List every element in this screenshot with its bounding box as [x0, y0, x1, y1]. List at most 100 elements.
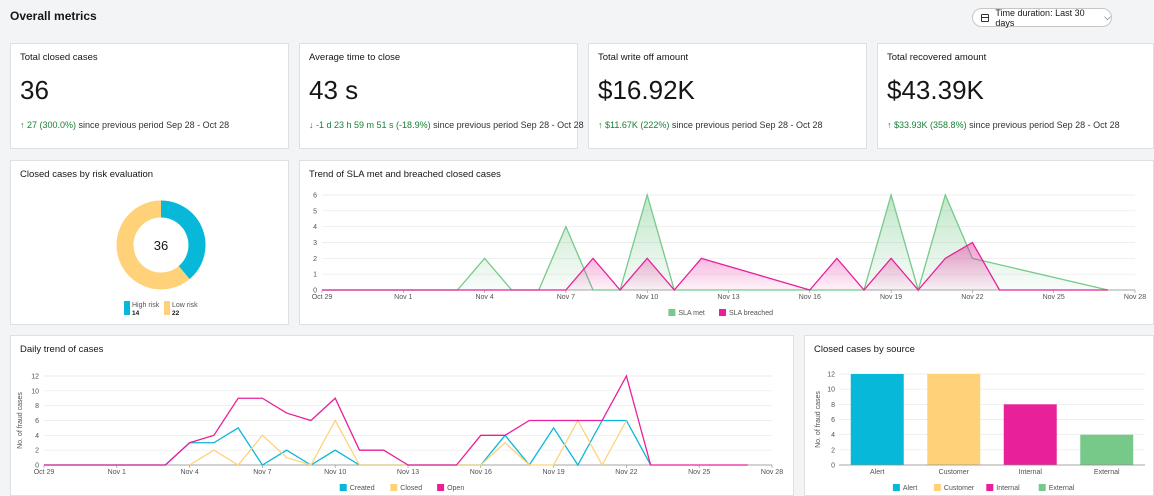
y-axis-label: No. of fraud cases	[815, 391, 822, 448]
legend-label: External	[1049, 485, 1075, 492]
legend-swatch	[668, 309, 676, 316]
legend-swatch	[892, 484, 900, 491]
x-tick-label: Oct 29	[34, 469, 55, 476]
x-tick-label: Nov 25	[688, 469, 710, 476]
legend-swatch	[933, 484, 941, 491]
x-tick-label: Nov 1	[394, 294, 412, 301]
metric-change-value: $11.67K (222%)	[605, 120, 670, 130]
y-tick-label: 8	[831, 402, 835, 409]
x-tick-label: Nov 22	[961, 294, 983, 301]
x-tick-label: Internal	[1019, 469, 1043, 476]
y-tick-label: 2	[313, 256, 317, 263]
legend-swatch	[164, 301, 170, 315]
y-tick-label: 6	[35, 418, 39, 425]
legend-swatch	[1038, 484, 1046, 491]
sla-trend-card: Trend of SLA met and breached closed cas…	[299, 160, 1154, 325]
y-tick-label: 12	[827, 372, 835, 379]
y-tick-label: 4	[313, 224, 317, 231]
x-tick-label: Nov 19	[880, 294, 902, 301]
x-tick-label: External	[1094, 469, 1120, 476]
metric-change: ↑ $11.67K (222%) since previous period S…	[598, 120, 823, 130]
time-duration-label: Time duration: Last 30 days	[995, 7, 1085, 28]
metric-change-suffix: since previous period Sep 28 - Oct 28	[669, 120, 823, 130]
metric-change-suffix: since previous period Sep 28 - Oct 28	[966, 120, 1120, 130]
x-tick-label: Nov 16	[799, 294, 821, 301]
metric-value: 36	[20, 75, 49, 105]
trend-up-icon: ↑	[20, 120, 25, 130]
metric-title: Total closed cases	[20, 52, 98, 63]
y-tick-label: 3	[313, 240, 317, 247]
x-tick-label: Oct 29	[312, 294, 333, 301]
metric-value: $43.39K	[887, 75, 984, 105]
legend-swatch	[339, 484, 347, 491]
y-tick-label: 0	[831, 463, 835, 470]
legend-label: Created	[350, 485, 375, 492]
legend-label: Internal	[996, 485, 1020, 492]
metric-change-suffix: since previous period Sep 28 - Oct 28	[76, 120, 230, 130]
y-tick-label: 10	[31, 388, 39, 395]
x-tick-label: Nov 4	[180, 469, 198, 476]
legend-value: 22	[172, 310, 180, 317]
legend-label: Closed	[400, 485, 422, 492]
y-axis-label: No. of fraud cases	[17, 392, 24, 449]
x-tick-label: Nov 10	[324, 469, 346, 476]
legend-label: Alert	[903, 485, 917, 492]
trend-down-icon: ↓	[309, 120, 314, 130]
x-tick-label: Customer	[939, 469, 970, 476]
x-tick-label: Alert	[870, 469, 884, 476]
legend-swatch	[986, 484, 994, 491]
metric-change-value: -1 d 23 h 59 m 51 s (-18.9%)	[316, 120, 431, 130]
source-bar-chart: 0 2 4 6 8 10 12 No. of fraud cases Alert Customer…	[815, 372, 1145, 492]
x-tick-label: Nov 28	[1124, 294, 1146, 301]
risk-evaluation-card: Closed cases by risk evaluation 36 High r…	[10, 160, 289, 325]
calendar-icon	[981, 13, 990, 22]
metric-change-value: 27 (300.0%)	[27, 120, 77, 130]
metric-card-write-off: Total write off amount $16.92K ↑ $11.67K…	[588, 43, 867, 149]
y-tick-label: 4	[831, 432, 835, 439]
metric-change: ↑ $33.93K (358.8%) since previous period…	[887, 120, 1120, 130]
y-tick-label: 4	[35, 433, 39, 440]
legend-swatch	[437, 484, 445, 491]
trend-up-icon: ↑	[598, 120, 603, 130]
x-tick-label: Nov 28	[761, 469, 783, 476]
legend-swatch	[390, 484, 398, 491]
daily-trend-card: Daily trend of cases 0 2 4 6 8 10 12 Oct 29 Nov …	[10, 335, 794, 496]
trend-up-icon: ↑	[887, 120, 892, 130]
legend-label: SLA met	[678, 310, 705, 317]
x-tick-label: Nov 4	[475, 294, 493, 301]
y-tick-label: 10	[827, 387, 835, 394]
y-tick-label: 6	[831, 417, 835, 424]
x-tick-label: Nov 10	[636, 294, 658, 301]
x-tick-label: Nov 1	[108, 469, 126, 476]
y-tick-label: 8	[35, 403, 39, 410]
chevron-down-icon: ⌵	[1104, 12, 1111, 22]
bar	[1003, 404, 1057, 465]
y-tick-label: 2	[35, 448, 39, 455]
y-tick-label: 2	[831, 447, 835, 454]
metric-change: ↓ -1 d 23 h 59 m 51 s (-18.9%) since pre…	[309, 120, 584, 130]
metric-title: Total write off amount	[598, 52, 689, 63]
metric-card-recovered: Total recovered amount $43.39K ↑ $33.93K…	[877, 43, 1154, 149]
time-duration-dropdown[interactable]: Time duration: Last 30 days ⌵	[972, 7, 1112, 28]
bar	[927, 374, 981, 465]
metric-value: $16.92K	[598, 75, 695, 105]
series-line	[189, 419, 627, 467]
x-tick-label: Nov 16	[470, 469, 492, 476]
legend-swatch	[719, 309, 726, 316]
metric-card-total-closed: Total closed cases 36 ↑ 27 (300.0%) sinc…	[10, 43, 289, 149]
source-card: Closed cases by source 0 2 4 6 8 10 12 No. of f…	[804, 335, 1154, 496]
y-tick-label: 12	[31, 374, 39, 381]
metric-value: 43 s	[309, 75, 359, 105]
daily-trend-chart: 024681012Oct 29 Nov 1 Nov 4 Nov 7 Nov 10 Nov …	[17, 374, 783, 493]
legend-label: Low risk	[172, 302, 198, 309]
x-tick-label: Nov 25	[1043, 294, 1065, 301]
legend-label: Customer	[944, 485, 975, 492]
x-tick-label: Nov 13	[717, 294, 739, 301]
bar	[1080, 434, 1134, 465]
metric-change-value: $33.93K (358.8%)	[894, 120, 967, 130]
y-tick-label: 6	[313, 193, 317, 200]
metric-change-suffix: since previous period Sep 28 - Oct 28	[430, 120, 584, 130]
legend-label: SLA breached	[729, 310, 773, 317]
metric-title: Average time to close	[309, 52, 401, 63]
donut-center-label: 36	[154, 238, 168, 253]
